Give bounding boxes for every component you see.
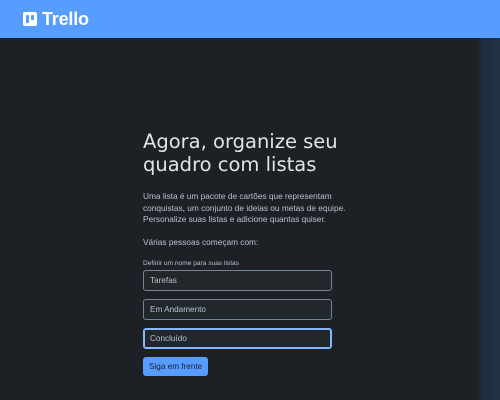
onboarding-panel: Agora, organize seu quadro com listas Um… <box>143 130 353 376</box>
board-preview-edge <box>476 38 500 400</box>
top-bar: Trello <box>0 0 500 38</box>
subtitle-text: Várias pessoas começam com: <box>143 236 259 247</box>
list-name-input-1[interactable] <box>143 269 332 291</box>
trello-logo[interactable]: Trello <box>23 9 89 30</box>
trello-board-icon <box>23 12 37 26</box>
page-title: Agora, organize seu quadro com listas <box>143 130 338 176</box>
next-button[interactable]: Siga em frente <box>143 356 209 376</box>
logo-text: Trello <box>42 8 89 29</box>
description-text: Uma lista é um pacote de cartões que rep… <box>143 191 346 224</box>
list-name-input-2[interactable] <box>143 298 332 320</box>
list-name-input-3[interactable] <box>143 327 332 349</box>
lists-field-label: Definir um nome para suas listas <box>143 259 240 267</box>
